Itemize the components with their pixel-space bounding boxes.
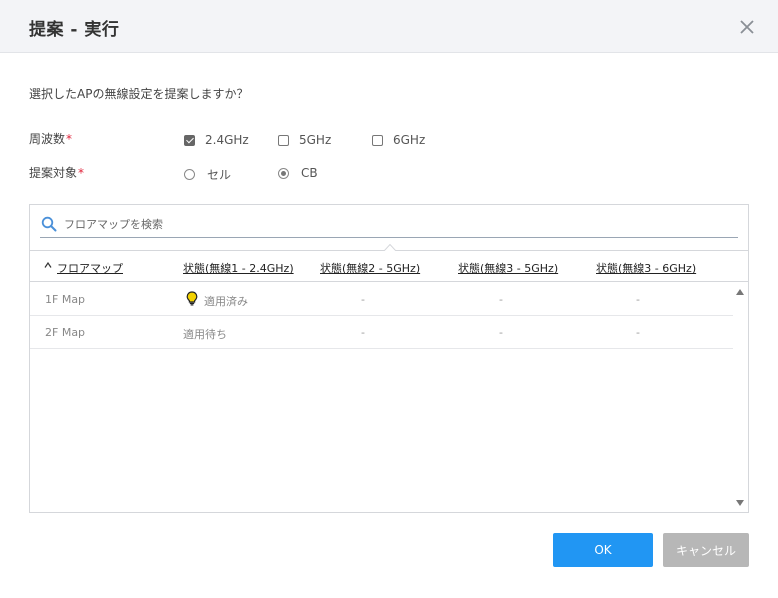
cell-radio3-5ghz-status: - (499, 293, 503, 306)
target-label: 提案対象* (29, 164, 84, 181)
search-input[interactable] (64, 214, 724, 234)
close-icon[interactable] (738, 18, 756, 36)
search-box[interactable] (40, 213, 738, 238)
ok-button[interactable]: OK (553, 533, 653, 567)
checkbox-unchecked-icon[interactable] (278, 134, 289, 146)
confirm-question: 選択したAPの無線設定を提案しますか？ (29, 87, 249, 101)
cell-radio3-5ghz-status: - (499, 326, 503, 339)
cell-radio2-status: - (361, 293, 365, 306)
table-row[interactable]: 2F Map 適用待ち - - - (30, 316, 733, 349)
cancel-button[interactable]: キャンセル (663, 533, 749, 567)
radio-cb-label: CB (301, 166, 318, 180)
header-floor-map[interactable]: フロアマップ (57, 260, 123, 276)
checkbox-5ghz-label: 5GHz (299, 133, 332, 147)
cell-radio1-status: 適用済み (204, 295, 248, 308)
scroll-up-icon[interactable] (736, 289, 744, 295)
table-header: フロアマップ 状態(無線1 - 2.4GHz) 状態(無線2 - 5GHz) 状… (30, 244, 748, 282)
floor-map-panel: フロアマップ 状態(無線1 - 2.4GHz) 状態(無線2 - 5GHz) 状… (29, 204, 749, 513)
scroll-down-icon[interactable] (736, 500, 744, 506)
frequency-label: 周波数* (29, 130, 72, 147)
checkbox-5ghz[interactable]: 5GHz (278, 133, 331, 147)
column-notch-icon (384, 244, 396, 251)
cell-radio2-status: - (361, 326, 365, 339)
table-row[interactable]: 1F Map 適用済み - - - (30, 283, 733, 316)
required-mark: * (66, 132, 73, 146)
lightbulb-icon (186, 291, 198, 306)
checkbox-unchecked-icon[interactable] (372, 134, 383, 146)
sort-ascending-icon[interactable] (44, 262, 52, 268)
cell-floor-map: 1F Map (45, 293, 86, 306)
required-mark: * (78, 166, 85, 180)
cell-radio3-6ghz-status: - (636, 326, 640, 339)
checkbox-2-4ghz-label: 2.4GHz (205, 133, 249, 147)
checkbox-checked-icon[interactable] (184, 134, 195, 146)
search-icon (41, 216, 57, 232)
table-scrollbar[interactable] (733, 283, 747, 512)
frequency-label-text: 周波数 (29, 132, 66, 146)
dialog-header: 提案 - 実行 (0, 0, 778, 53)
target-label-text: 提案対象 (29, 166, 78, 180)
radio-unselected-icon[interactable] (184, 169, 195, 180)
radio-selected-icon[interactable] (278, 167, 289, 179)
header-radio1-2-4ghz[interactable]: 状態(無線1 - 2.4GHz) (183, 260, 294, 276)
header-radio2-5ghz[interactable]: 状態(無線2 - 5GHz) (320, 260, 420, 276)
cell-radio3-6ghz-status: - (636, 293, 640, 306)
cell-radio1-status: 適用待ち (183, 328, 227, 341)
checkbox-6ghz[interactable]: 6GHz (372, 133, 425, 147)
checkbox-2-4ghz[interactable]: 2.4GHz (184, 133, 249, 147)
checkbox-6ghz-label: 6GHz (393, 133, 426, 147)
dialog-title: 提案 - 実行 (29, 20, 120, 40)
radio-cell-label: セル (207, 168, 232, 182)
header-radio3-6ghz[interactable]: 状態(無線3 - 6GHz) (596, 260, 696, 276)
cell-floor-map: 2F Map (45, 326, 86, 339)
radio-cell[interactable]: セル (184, 166, 231, 183)
radio-cb[interactable]: CB (278, 166, 318, 180)
header-radio3-5ghz[interactable]: 状態(無線3 - 5GHz) (458, 260, 558, 276)
